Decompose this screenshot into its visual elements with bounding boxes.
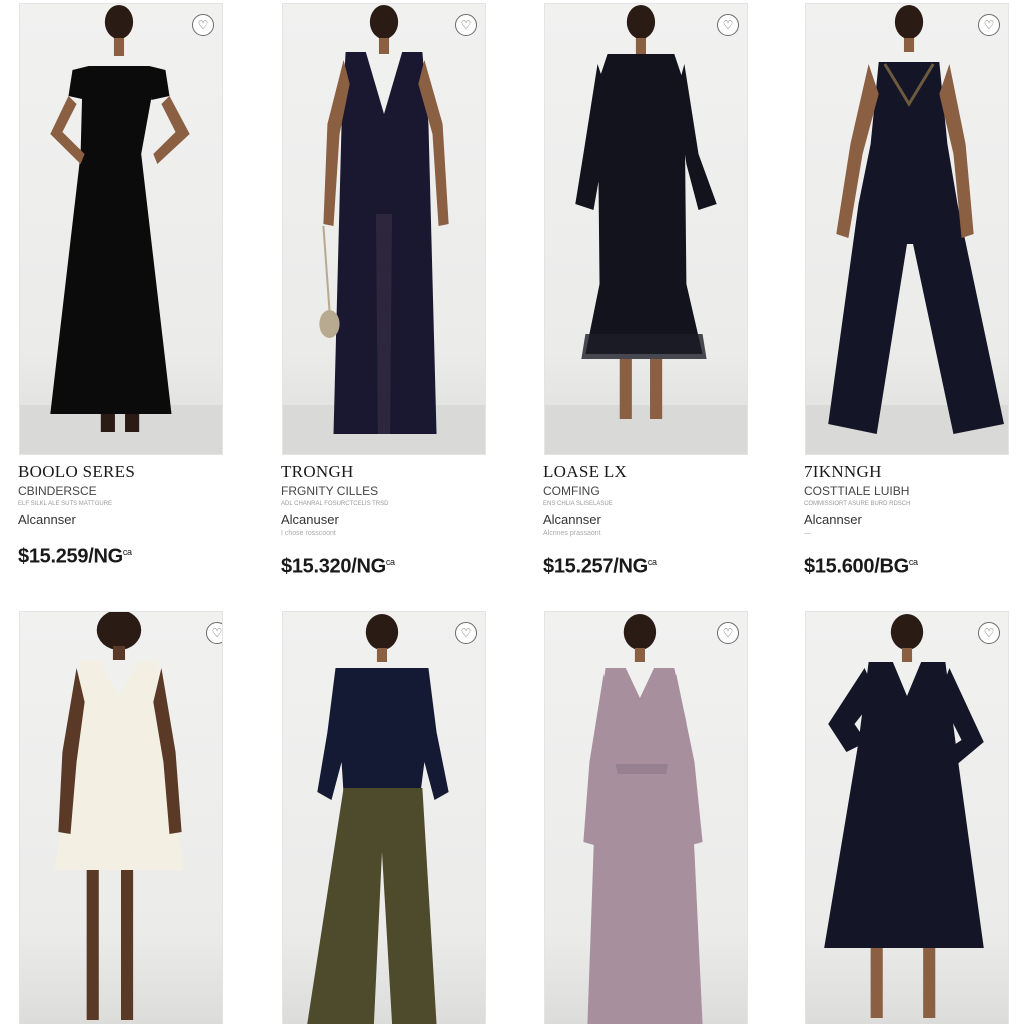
product-info: TRONGH FRGNITY CILLES ADL CHANRAL FOSURC…	[281, 462, 491, 579]
product-image[interactable]: ♡	[20, 612, 222, 1024]
product-image[interactable]: ♡	[806, 612, 1008, 1024]
vendor-name[interactable]: Alcannser	[804, 512, 1014, 528]
product-title[interactable]: 7IKNNGH	[804, 462, 1014, 482]
price-value: $15.320/NG	[281, 555, 386, 578]
product-subtitle: COSTTIALE LUIBH	[804, 484, 910, 498]
product-info: LOASE LX COMFING ENS CHLIA SLISELASUE Al…	[543, 462, 753, 579]
heart-icon: ♡	[983, 626, 995, 640]
favorite-button[interactable]: ♡	[978, 622, 1000, 644]
heart-icon: ♡	[211, 626, 222, 640]
product-title[interactable]: BOOLO SERES	[18, 462, 228, 482]
product-info: 7IKNNGH COSTTIALE LUIBH COMMISSIORT ASUR…	[804, 462, 1014, 579]
product-tagline: ELF SILKL ALE SUTS MATTGURE	[18, 501, 113, 507]
price-currency: ca	[908, 557, 918, 567]
vendor-note: Alcnnes prassaont	[543, 530, 601, 537]
product-tagline: COMMISSIORT ASURE BURD RDSCH	[804, 501, 911, 507]
favorite-button[interactable]: ♡	[978, 14, 1000, 36]
product-card[interactable]: ♡ TRONGH FRGNITY CILLES ADL CHANRAL FOSU…	[281, 4, 485, 584]
product-tagline: ENS CHLIA SLISELASUE	[543, 501, 613, 507]
product-subtitle: CBINDERSCE	[18, 484, 97, 498]
favorite-button[interactable]: ♡	[455, 14, 477, 36]
vendor-note: I chose rosscoont	[281, 530, 336, 537]
favorite-button[interactable]: ♡	[717, 14, 739, 36]
product-title[interactable]: LOASE LX	[543, 462, 753, 482]
pants-shape	[307, 788, 437, 1024]
vendor-name[interactable]: Alcannser	[543, 512, 753, 528]
heart-icon: ♡	[722, 18, 734, 32]
product-card[interactable]: ♡	[806, 612, 1008, 1024]
price-value: $15.259/NG	[18, 545, 123, 568]
product-title[interactable]: TRONGH	[281, 462, 491, 482]
product-price: $15.320/NGca	[281, 550, 491, 579]
price-currency: ca	[122, 547, 132, 557]
product-subtitle: FRGNITY CILLES	[281, 484, 379, 498]
product-image[interactable]: ♡	[283, 612, 485, 1024]
product-card[interactable]: ♡ BOOLO SERES CBINDERSCE ELF SILKL ALE S…	[18, 4, 222, 584]
favorite-button[interactable]: ♡	[206, 622, 222, 644]
price-currency: ca	[385, 557, 395, 567]
favorite-button[interactable]: ♡	[717, 622, 739, 644]
product-card[interactable]: ♡ 7IKNNGH COSTTIALE LUIBH COMMISSIORT AS…	[804, 4, 1008, 584]
heart-icon: ♡	[197, 18, 209, 32]
product-card[interactable]: ♡	[20, 612, 222, 1024]
vendor-name[interactable]: Alcanuser	[281, 512, 491, 528]
heart-icon: ♡	[983, 18, 995, 32]
product-card[interactable]: ♡ LOASE LX COMFING ENS CHLIA SLISELASUE …	[543, 4, 747, 584]
product-card[interactable]: ♡	[283, 612, 485, 1024]
product-subtitle: COMFING	[543, 484, 600, 498]
blouse-shape	[317, 668, 449, 800]
heart-icon: ♡	[460, 18, 472, 32]
product-image[interactable]: ♡	[545, 612, 747, 1024]
product-image[interactable]: ♡	[806, 4, 1008, 454]
vendor-name[interactable]: Alcannser	[18, 512, 228, 528]
favorite-button[interactable]: ♡	[455, 622, 477, 644]
product-price: $15.257/NGca	[543, 550, 753, 579]
price-currency: ca	[647, 557, 657, 567]
product-image[interactable]: ♡	[20, 4, 222, 454]
product-tagline: ADL CHANRAL FOSURCTCELIS TRSD	[281, 501, 389, 507]
price-value: $15.600/BG	[804, 555, 909, 578]
product-price: $15.600/BGca	[804, 550, 1014, 579]
heart-icon: ♡	[460, 626, 472, 640]
heart-icon: ♡	[722, 626, 734, 640]
vendor-note: —	[804, 530, 811, 537]
favorite-button[interactable]: ♡	[192, 14, 214, 36]
product-card[interactable]: ♡	[545, 612, 747, 1024]
product-info: BOOLO SERES CBINDERSCE ELF SILKL ALE SUT…	[18, 462, 228, 569]
product-image[interactable]: ♡	[283, 4, 485, 454]
product-image[interactable]: ♡	[545, 4, 747, 454]
jumpsuit-shape	[828, 62, 1004, 434]
product-price: $15.259/NGca	[18, 540, 228, 569]
price-value: $15.257/NG	[543, 555, 648, 578]
